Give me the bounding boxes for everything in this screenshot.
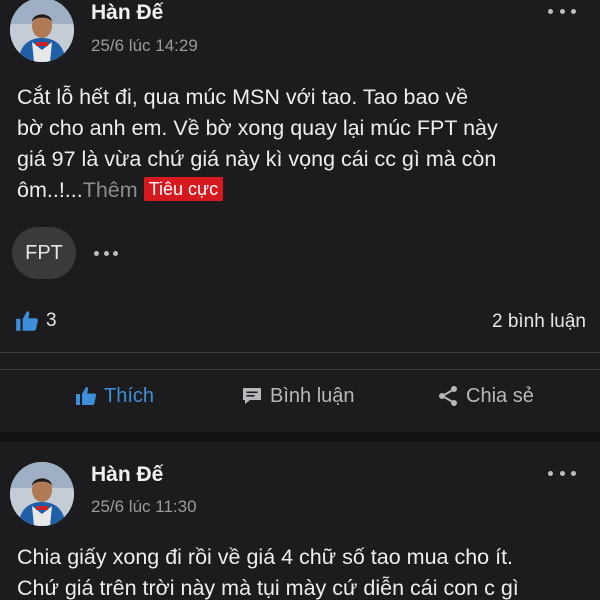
post-text-line: Chia giấy xong đi rồi về giá 4 chữ số ta…: [17, 545, 514, 569]
more-options-icon[interactable]: [548, 5, 576, 17]
more-options-icon[interactable]: [548, 467, 576, 479]
comment-bubble-icon: [243, 388, 261, 404]
post-card: Hàn Đế 25/6 lúc 14:29 Cắt lỗ hết đi, qua…: [0, 0, 600, 432]
post-content: Cắt lỗ hết đi, qua múc MSN với tao. Tao …: [17, 82, 587, 206]
author-name[interactable]: Hàn Đế: [91, 1, 163, 25]
post-content: Chia giấy xong đi rồi về giá 4 chữ số ta…: [17, 542, 587, 600]
post-text-line: giá 97 là vừa chứ giá này kì vọng cái cc…: [17, 147, 497, 171]
like-button-label: Thích: [104, 384, 155, 407]
avatar-image: [10, 0, 74, 62]
post-stats: 3 2 bình luận: [0, 306, 600, 340]
see-more-link[interactable]: Thêm: [83, 178, 138, 202]
avatar-image: [10, 462, 74, 526]
sentiment-badge: Tiêu cực: [143, 177, 224, 201]
share-button[interactable]: Chia sẻ: [436, 384, 534, 408]
post-timestamp: 25/6 lúc 14:29: [91, 36, 198, 55]
post-text-line: bờ cho anh em. Về bờ xong quay lại múc F…: [17, 116, 498, 140]
comment-button[interactable]: Bình luận: [240, 384, 355, 408]
post-card: Hàn Đế 25/6 lúc 11:30 Chia giấy xong đi …: [0, 442, 600, 600]
post-separator: [0, 432, 600, 442]
share-button-label: Chia sẻ: [466, 384, 534, 407]
share-icon: [439, 386, 457, 406]
avatar[interactable]: [10, 462, 74, 526]
post-text-line: Cắt lỗ hết đi, qua múc MSN với tao. Tao …: [17, 85, 469, 109]
post-text-line: Chứ giá trên trời này mà tụi mày cứ diễn…: [17, 576, 519, 600]
comment-button-label: Bình luận: [270, 384, 355, 407]
post-text-line: ôm..!...: [17, 178, 83, 202]
comment-count[interactable]: 2 bình luận: [492, 311, 586, 333]
divider: [0, 352, 600, 353]
ticker-row: FPT: [12, 227, 118, 279]
like-count-value: 3: [46, 310, 57, 331]
like-button[interactable]: Thích: [74, 384, 154, 408]
post-timestamp: 25/6 lúc 11:30: [91, 497, 197, 516]
like-count[interactable]: 3: [14, 308, 57, 334]
post-actions: Thích Bình luận Chia sẻ: [0, 370, 600, 430]
thumbs-up-icon: [76, 387, 97, 405]
ticker-chip-fpt[interactable]: FPT: [12, 227, 76, 279]
feed-screen: Hàn Đế 25/6 lúc 14:29 Cắt lỗ hết đi, qua…: [0, 0, 600, 600]
thumbs-up-icon: [16, 311, 38, 331]
author-name[interactable]: Hàn Đế: [91, 463, 163, 487]
ticker-more-icon[interactable]: [94, 249, 118, 257]
post-text-last-line: ôm..!...Thêm Tiêu cực: [17, 175, 587, 206]
avatar[interactable]: [10, 0, 74, 62]
